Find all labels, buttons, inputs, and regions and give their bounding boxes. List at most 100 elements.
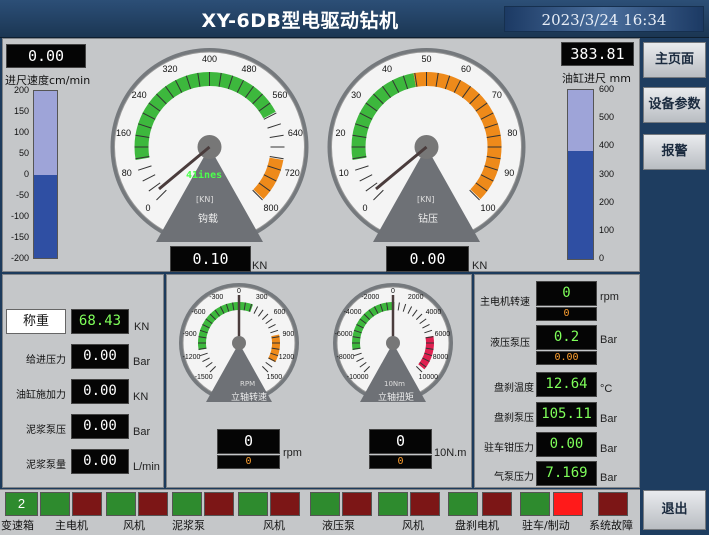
status-label: 泥浆泵 <box>172 519 205 532</box>
status-led <box>172 492 202 516</box>
right-param-value: 0.00 <box>536 432 597 457</box>
cyl-ticks-tick: 400 <box>599 140 615 151</box>
feed-ticks-tick: 150 <box>13 106 29 116</box>
left-param-value: 0.00 <box>71 414 129 439</box>
status-label: 驻车/制动 <box>522 519 570 532</box>
bit-tick-labels-tick: 80 <box>507 127 518 138</box>
hook-load-value: 0.10 <box>170 246 251 272</box>
rpm-tick-labels-tick: 900 <box>282 330 295 338</box>
hook-gauge-unit: [KN] <box>196 195 214 204</box>
feed-ticks-tick: 100 <box>13 127 29 137</box>
status-led <box>270 492 300 516</box>
right-param-unit: Bar <box>600 443 618 455</box>
status-led <box>40 492 70 516</box>
rpm-tick-labels-tick: 1500 <box>266 373 283 381</box>
hook-gauge-inner-text: 41ines <box>186 170 223 181</box>
torque-gauge-name: 立轴扭矩 <box>378 393 415 403</box>
left-param-label: 泥浆泵量 <box>26 460 66 471</box>
bit-gauge-unit: [KN] <box>417 195 435 204</box>
left-param-unit: KN <box>133 391 149 403</box>
hyd-pump-value: 0.2 <box>536 325 597 350</box>
feed-speed-value: 0.00 <box>6 44 86 68</box>
torque-tick-labels-tick: -6000 <box>334 330 353 338</box>
bit-tick-labels-tick: 30 <box>351 90 362 100</box>
cyl-ticks-tick: 500 <box>599 112 615 123</box>
motor-speed-value: 0 <box>536 281 597 306</box>
bit-tick-labels-tick: 90 <box>504 168 515 179</box>
hook-tick-labels-tick: 640 <box>287 127 303 138</box>
torque-tick-labels-tick: 2000 <box>407 293 424 301</box>
bit-tick-labels-tick: 40 <box>381 63 392 74</box>
left-param-unit: L/min <box>133 461 160 473</box>
rpm-tick-labels-tick: 1200 <box>278 353 295 361</box>
cyl-ticks-tick: 600 <box>599 84 615 94</box>
device-params-button[interactable]: 设备参数 <box>643 87 706 123</box>
feed-ticks-tick: 50 <box>18 148 29 158</box>
right-param-label: 盘刹温度 <box>494 383 534 394</box>
top-panel <box>2 38 640 272</box>
alarm-button[interactable]: 报警 <box>643 134 706 170</box>
feed-ticks-tick: 200 <box>13 85 29 95</box>
rpm-gauge-unit: RPM <box>240 380 256 388</box>
bit-pressure-value: 0.00 <box>386 246 469 272</box>
status-label: 风机 <box>402 519 424 532</box>
feed-ticks-tick: -50 <box>15 190 29 200</box>
status-led <box>598 492 628 516</box>
rpm-tick-labels-tick: 600 <box>273 309 286 317</box>
left-param-unit: Bar <box>133 426 151 438</box>
home-button[interactable]: 主页面 <box>643 42 706 78</box>
cyl-ticks-tick: 0 <box>599 253 605 263</box>
hook-tick-labels-tick: 160 <box>116 127 132 138</box>
hook-tick-labels-tick: 400 <box>201 54 218 65</box>
exit-button[interactable]: 退出 <box>643 490 706 530</box>
status-led <box>520 492 550 516</box>
bit-pressure-unit: KN <box>472 260 488 272</box>
status-label: 风机 <box>263 519 285 532</box>
torque-tick-labels-tick: 6000 <box>434 330 451 338</box>
weigh-value: 68.43 <box>71 309 129 334</box>
status-led <box>482 492 512 516</box>
left-param-value: 0.00 <box>71 344 129 369</box>
spindle-torque-unit: 10N.m <box>434 447 467 459</box>
feed-speed-bar <box>33 90 58 259</box>
status-led <box>204 492 234 516</box>
status-led <box>448 492 478 516</box>
left-param-unit: Bar <box>133 356 151 368</box>
cyl-feed-bar <box>567 89 594 260</box>
torque-gauge-unit: 10Nm <box>384 380 405 388</box>
torque-tick-labels-tick: -8000 <box>336 353 355 361</box>
spindle-torque-sub-value: 0 <box>369 455 432 469</box>
right-param-unit: Bar <box>600 472 618 484</box>
hook-tick-labels-tick: 0 <box>145 202 151 213</box>
weigh-unit: KN <box>134 321 150 333</box>
hook-tick-labels-tick: 320 <box>162 63 178 74</box>
datetime-display: 2023/3/24 16:34 <box>504 6 704 32</box>
left-param-label: 油缸施加力 <box>16 390 66 401</box>
cyl-feed-label: 油缸进尺 mm <box>562 72 631 85</box>
spindle-torque-value: 0 <box>369 429 432 454</box>
status-label: 主电机 <box>55 519 88 532</box>
motor-speed-unit: rpm <box>600 291 619 303</box>
rpm-tick-labels-tick: -1500 <box>194 373 213 381</box>
right-param-value: 7.169 <box>536 461 597 486</box>
bit-gauge-name: 钻压 <box>418 214 438 225</box>
rpm-tick-labels-tick: -900 <box>182 330 197 338</box>
feed-speed-fill <box>34 174 57 258</box>
weigh-button[interactable]: 称重 <box>6 309 66 334</box>
cyl-feed-fill <box>568 150 593 259</box>
feed-ticks-tick: -150 <box>10 232 29 242</box>
gearbox-label: 变速箱 <box>1 519 34 532</box>
hook-gauge-name: 钩载 <box>198 214 218 225</box>
bit-tick-labels-tick: 0 <box>362 202 368 213</box>
torque-tick-labels-tick: 8000 <box>432 353 449 361</box>
spindle-rpm-sub-value: 0 <box>217 455 280 469</box>
rpm-tick-labels-tick: -600 <box>191 309 206 317</box>
bit-tick-labels-tick: 60 <box>460 63 471 74</box>
gearbox-indicator: 2 <box>5 492 38 516</box>
torque-tick-labels-tick: -4000 <box>343 309 362 317</box>
status-led <box>310 492 340 516</box>
status-led <box>553 492 583 516</box>
status-led <box>378 492 408 516</box>
hyd-pump-label: 液压泵压 <box>490 338 530 349</box>
status-label: 风机 <box>123 519 145 532</box>
